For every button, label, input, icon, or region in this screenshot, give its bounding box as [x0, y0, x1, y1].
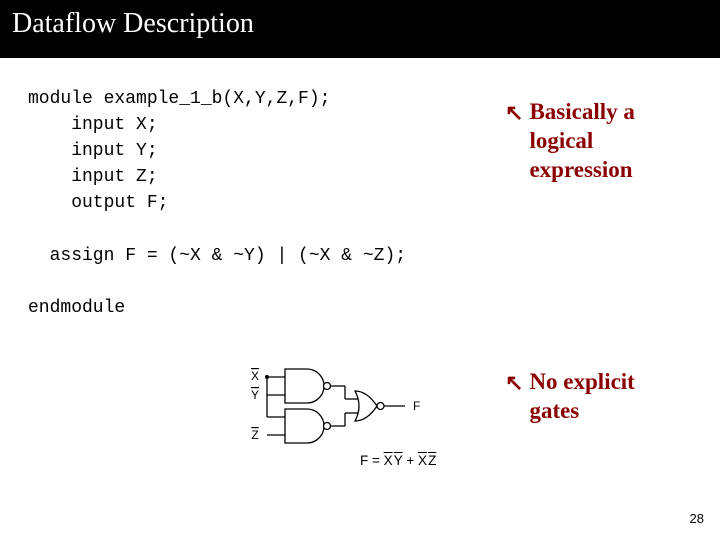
- formula-var: X: [418, 453, 427, 468]
- annotation-line: Basically a: [529, 98, 634, 127]
- boolean-formula: F = X Y + X Z: [360, 453, 436, 468]
- code-line: module example_1_b(X,Y,Z,F);: [28, 89, 330, 109]
- annotation-line: logical: [529, 127, 634, 156]
- formula-var: Z: [428, 453, 436, 468]
- code-line: output F;: [28, 193, 168, 213]
- annotation-line: gates: [529, 397, 634, 426]
- code-line: endmodule: [28, 298, 125, 318]
- arrow-upleft-icon: ↖: [505, 98, 523, 124]
- formula-var: X: [384, 453, 393, 468]
- svg-text:F: F: [413, 399, 420, 413]
- formula-var: Y: [394, 453, 403, 468]
- formula-plus: +: [403, 453, 418, 468]
- arrow-upleft-icon: ↖: [505, 368, 523, 394]
- annotation-no-gates: ↖ No explicit gates: [505, 368, 705, 426]
- annotation-line: No explicit: [529, 368, 634, 397]
- page-number: 28: [690, 511, 704, 526]
- formula-lhs: F =: [360, 453, 384, 468]
- code-line: input Z;: [28, 167, 158, 187]
- annotation-line: expression: [529, 156, 634, 185]
- svg-text:X: X: [251, 369, 259, 383]
- annotation-logical-expression: ↖ Basically a logical expression: [505, 98, 705, 184]
- slide-title: Dataflow Description: [12, 8, 254, 39]
- svg-text:Z: Z: [251, 428, 258, 442]
- svg-text:Y: Y: [251, 388, 259, 402]
- logic-diagram: X Y Z F F = X Y + X Z: [245, 363, 465, 483]
- code-line: input X;: [28, 115, 158, 135]
- slide-body: module example_1_b(X,Y,Z,F); input X; in…: [0, 58, 720, 321]
- code-line: input Y;: [28, 141, 158, 161]
- code-line: assign F = (~X & ~Y) | (~X & ~Z);: [28, 246, 406, 266]
- slide-title-bar: Dataflow Description: [0, 0, 720, 58]
